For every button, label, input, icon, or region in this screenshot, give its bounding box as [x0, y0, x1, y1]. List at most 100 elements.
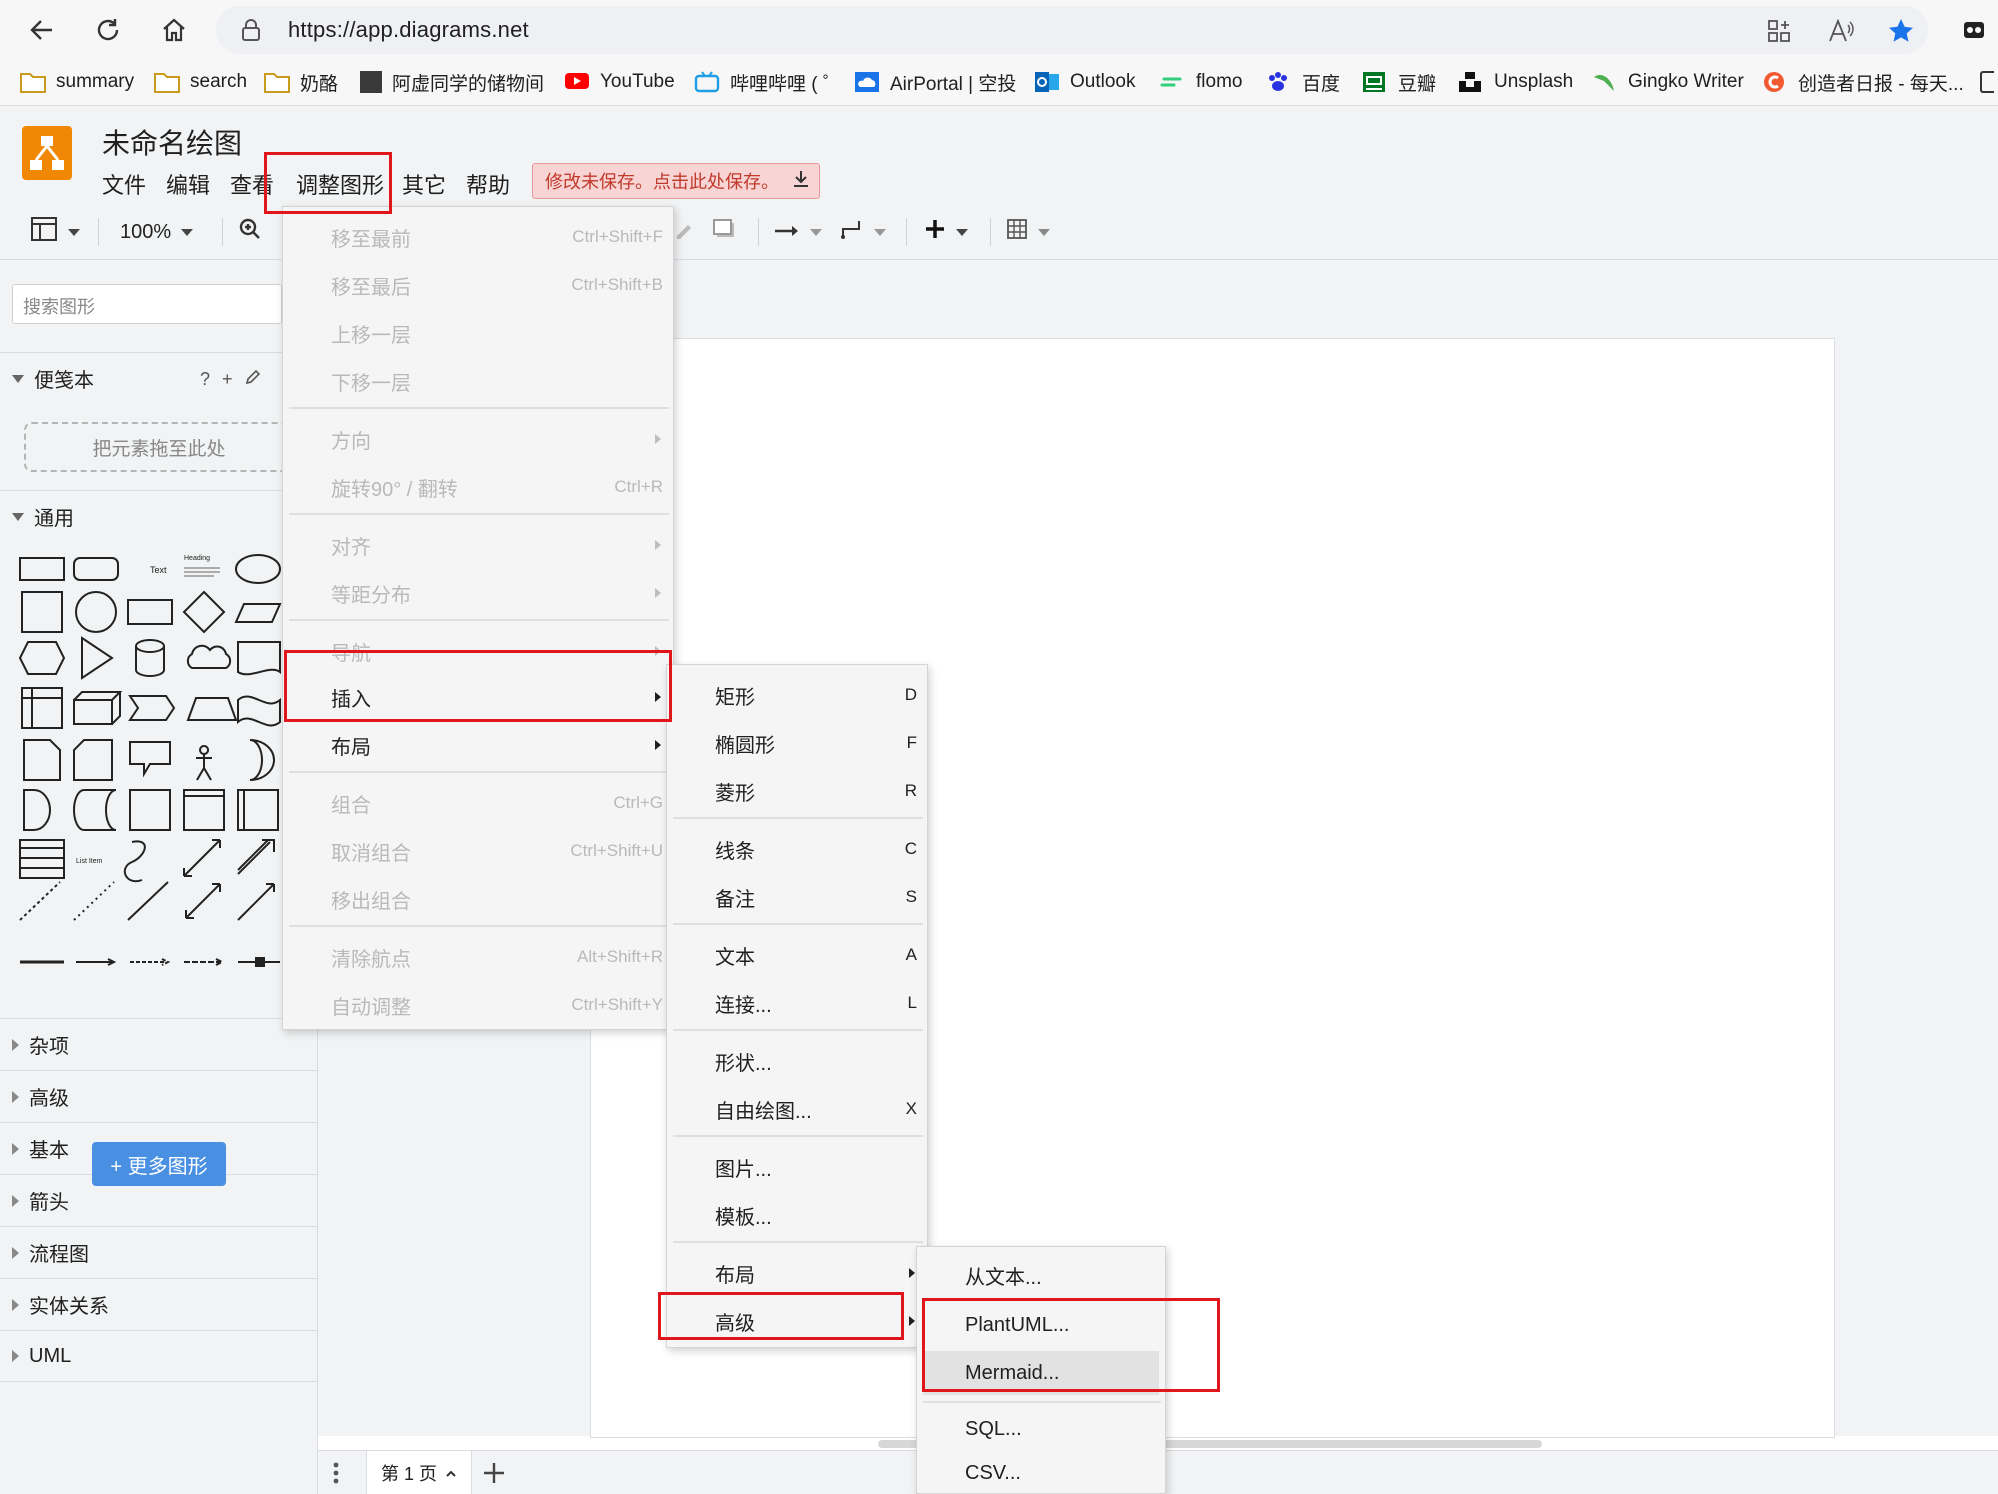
shape-heading-label: Heading [184, 555, 210, 562]
scratchpad-header[interactable]: 便笺本 ? + [0, 352, 318, 404]
address-bar[interactable]: https://app.diagrams.net [216, 6, 1928, 54]
menu-item-autosize[interactable]: 自动调整 Ctrl+Shift+Y [283, 983, 675, 1027]
general-shapes-header[interactable]: 通用 [0, 490, 318, 542]
menu-view[interactable]: 查看 [230, 168, 274, 200]
bookmark-bilibili[interactable]: 哔哩哔哩 ( ゜ [694, 64, 842, 100]
menu-item-direction[interactable]: 方向 [283, 417, 675, 461]
menu-item-sql[interactable]: SQL... [917, 1407, 1167, 1451]
shadow-button[interactable] [712, 204, 736, 260]
category-uml[interactable]: UML [0, 1330, 318, 1382]
menu-item-from-text[interactable]: 从文本... [917, 1253, 1167, 1297]
menu-item-insert-layout[interactable]: 布局 [667, 1251, 929, 1295]
help-icon[interactable]: ? [200, 369, 210, 390]
zoom-in-button[interactable] [238, 204, 262, 260]
menu-item-distribute[interactable]: 等距分布 [283, 571, 675, 615]
document-title[interactable]: 未命名绘图 [102, 122, 242, 162]
shape-dashed-connector-2 [184, 958, 225, 966]
menu-item-freehand[interactable]: 自由绘图... X [667, 1087, 929, 1131]
menu-item-rotate[interactable]: 旋转90° / 翻转 Ctrl+R [283, 465, 675, 509]
add-page-icon[interactable] [482, 1461, 506, 1490]
menu-item-group[interactable]: 组合 Ctrl+G [283, 781, 675, 825]
shape-hexagon [18, 641, 66, 675]
menu-item-label: 布局 [331, 736, 371, 759]
menu-item-ellipse[interactable]: 椭圆形 F [667, 721, 929, 765]
menu-item-image[interactable]: 图片... [667, 1145, 929, 1189]
menu-item-to-front[interactable]: 移至最前 Ctrl+Shift+F [283, 215, 675, 259]
bookmark-creator-daily[interactable]: 创造者日报 - 每天... [1762, 64, 1964, 100]
bookmark-unsplash[interactable]: Unsplash [1458, 64, 1573, 100]
page-tab-1[interactable]: 第 1 页 [366, 1451, 472, 1494]
menu-item-insert[interactable]: 插入 [283, 675, 675, 719]
add-icon[interactable]: + [222, 369, 233, 390]
chevron-up-icon [445, 1463, 457, 1484]
menu-item-text[interactable]: 文本 A [667, 933, 929, 977]
read-aloud-icon[interactable] [1824, 14, 1858, 48]
unsaved-changes-button[interactable]: 修改未保存。点击此处保存。 [532, 163, 820, 199]
menu-item-remove-from-group[interactable]: 移出组合 [283, 877, 675, 921]
menu-item-advanced[interactable]: 高级 [667, 1299, 929, 1343]
general-shapes-palette[interactable]: Text Heading List Item [0, 550, 318, 1010]
back-icon[interactable] [18, 6, 66, 54]
menu-item-ungroup[interactable]: 取消组合 Ctrl+Shift+U [283, 829, 675, 873]
bookmark-youtube[interactable]: YouTube [564, 64, 675, 100]
bookmark-airportal[interactable]: AirPortal | 空投 [854, 64, 1016, 100]
bookmark-search[interactable]: search [154, 64, 247, 100]
menu-item-csv[interactable]: CSV... [917, 1451, 1167, 1494]
menu-file[interactable]: 文件 [102, 168, 146, 200]
zoom-dropdown[interactable]: 100% [120, 204, 194, 260]
bookmark-cheese[interactable]: 奶酪 [264, 64, 338, 100]
pencil-icon[interactable] [245, 369, 261, 390]
bookmark-flomo[interactable]: flomo [1160, 64, 1242, 100]
menu-item-bring-forward[interactable]: 上移一层 [283, 311, 675, 355]
insert-dropdown[interactable] [924, 204, 968, 260]
menu-item-navigation[interactable]: 导航 [283, 629, 675, 673]
menu-item-note[interactable]: 备注 S [667, 875, 929, 919]
menu-edit[interactable]: 编辑 [166, 168, 210, 200]
bookmark-baidu[interactable]: 百度 [1266, 64, 1340, 100]
table-dropdown[interactable] [1006, 204, 1050, 260]
menu-item-send-backward[interactable]: 下移一层 [283, 359, 675, 403]
menu-item-template[interactable]: 模板... [667, 1193, 929, 1237]
category-entity-relation[interactable]: 实体关系 [0, 1278, 318, 1330]
category-label: 箭头 [29, 1192, 69, 1214]
profile-icon[interactable] [1950, 6, 1998, 54]
menu-item-mermaid[interactable]: Mermaid... [923, 1351, 1159, 1395]
connection-style-dropdown[interactable] [774, 204, 822, 260]
scratchpad-dropzone[interactable]: 把元素拖至此处 [24, 422, 294, 472]
pages-menu-icon[interactable] [332, 1461, 340, 1490]
bookmark-douban[interactable]: 豆瓣 [1362, 64, 1436, 100]
drawio-logo-icon[interactable] [22, 126, 72, 180]
app-available-icon[interactable] [1762, 14, 1796, 48]
bookmark-gingko[interactable]: Gingko Writer [1592, 64, 1744, 100]
menu-help[interactable]: 帮助 [466, 168, 510, 200]
bookmark-summary[interactable]: summary [20, 64, 134, 100]
menu-item-shape[interactable]: 形状... [667, 1039, 929, 1083]
bookmark-axu[interactable]: 阿虚同学的储物间 [360, 64, 544, 100]
menu-item-rectangle[interactable]: 矩形 D [667, 673, 929, 717]
menu-item-align[interactable]: 对齐 [283, 523, 675, 567]
menu-item-label: 清除航点 [331, 948, 411, 971]
menu-item-to-back[interactable]: 移至最后 Ctrl+Shift+B [283, 263, 675, 307]
other-favorites-icon[interactable] [1980, 64, 1998, 100]
menu-item-clear-waypoints[interactable]: 清除航点 Alt+Shift+R [283, 935, 675, 979]
menu-item-plantuml[interactable]: PlantUML... [917, 1303, 1167, 1347]
menu-extras[interactable]: 其它 [402, 168, 446, 200]
menu-item-line[interactable]: 线条 C [667, 827, 929, 871]
menu-item-link[interactable]: 连接... L [667, 981, 929, 1025]
menu-arrange[interactable]: 调整图形 [296, 168, 384, 200]
category-advanced[interactable]: 高级 [0, 1070, 318, 1122]
waypoints-dropdown[interactable] [840, 204, 886, 260]
category-misc[interactable]: 杂项 [0, 1018, 318, 1070]
line-color-button[interactable] [674, 204, 694, 260]
menu-item-layout[interactable]: 布局 [283, 723, 675, 767]
bookmark-outlook[interactable]: Outlook [1034, 64, 1135, 100]
shape-search-input[interactable]: 搜索图形 [12, 284, 282, 324]
more-shapes-button[interactable]: + 更多图形 [92, 1142, 226, 1186]
reload-icon[interactable] [84, 6, 132, 54]
format-panel-toggle[interactable] [30, 204, 80, 260]
menu-divider [289, 513, 669, 515]
category-flowchart[interactable]: 流程图 [0, 1226, 318, 1278]
menu-item-rhombus[interactable]: 菱形 R [667, 769, 929, 813]
favorite-star-icon[interactable] [1884, 14, 1918, 48]
home-icon[interactable] [150, 6, 198, 54]
